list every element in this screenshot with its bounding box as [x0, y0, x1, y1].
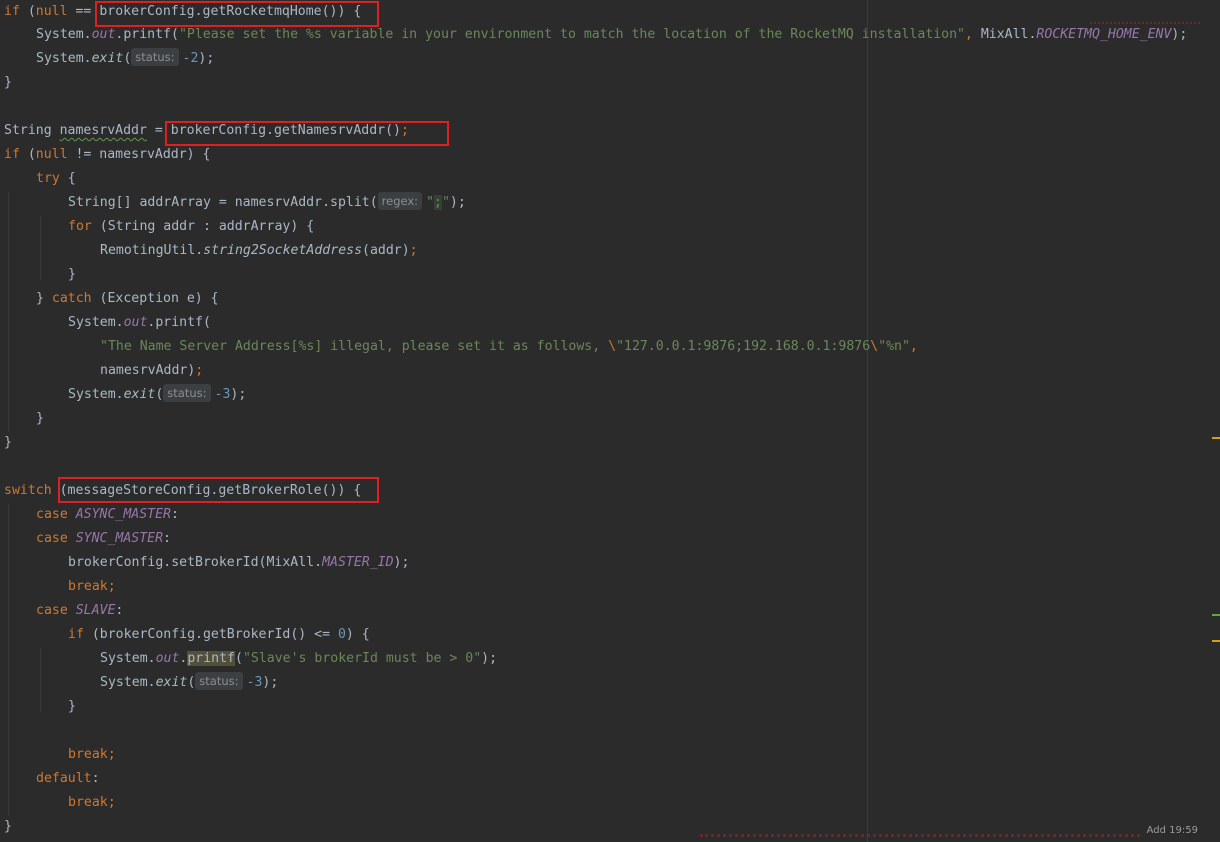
code-line-16: namesrvAddr);	[100, 363, 204, 378]
code-line-28: System.out.printf("Slave's brokerId must…	[100, 651, 498, 666]
code-line-19: }	[4, 435, 12, 450]
code-line-27: if (brokerConfig.getBrokerId() <= 0) {	[68, 627, 370, 642]
string-literal: "Please set the %s variable in your envi…	[178, 27, 965, 42]
keyword: if	[4, 4, 20, 19]
scrollbar-warning-marker[interactable]	[1212, 640, 1220, 642]
code-line-22: case ASYNC_MASTER:	[36, 507, 179, 522]
code-line-24: brokerConfig.setBrokerId(MixAll.MASTER_I…	[68, 555, 410, 570]
annotation-box-broker-role	[58, 477, 379, 503]
parameter-hint: status:	[131, 48, 179, 66]
scrollbar-usage-marker[interactable]	[1212, 614, 1220, 616]
code-line-10: for (String addr : addrArray) {	[68, 219, 315, 234]
annotation-box-namesrv-addr	[165, 121, 449, 146]
code-line-9: String[] addrArray = namesrvAddr.split(r…	[68, 192, 466, 210]
corner-status-text: Add 19:59	[1146, 825, 1198, 836]
scrollbar-warning-marker[interactable]	[1212, 437, 1220, 439]
code-line-26: case SLAVE:	[36, 603, 124, 618]
parameter-hint: regex:	[377, 192, 423, 210]
code-line-7: if (null != namesrvAddr) {	[4, 147, 211, 162]
code-line-18: }	[36, 411, 44, 426]
code-line-12: }	[68, 267, 76, 282]
code-line-25: break;	[68, 579, 116, 594]
code-line-17: System.exit(status: -3);	[68, 384, 247, 402]
indent-guide	[8, 192, 9, 432]
code-line-33: default:	[36, 771, 100, 786]
indent-guide	[8, 504, 9, 816]
code-line-11: RemotingUtil.string2SocketAddress(addr);	[100, 243, 418, 258]
code-line-34: break;	[68, 795, 116, 810]
code-line-8: try {	[36, 171, 76, 186]
code-line-3: System.exit(status: -2);	[36, 48, 215, 66]
code-line-30: }	[68, 699, 76, 714]
highlighted-printf: printf	[187, 651, 235, 666]
code-editor[interactable]: if (null == brokerConfig.getRocketmqHome…	[0, 0, 1220, 842]
parameter-hint: status:	[163, 384, 211, 402]
code-line-15: "The Name Server Address[%s] illegal, pl…	[100, 339, 918, 354]
watermark-bottom	[700, 816, 1140, 837]
code-line-32: break;	[68, 747, 116, 762]
code-line-29: System.exit(status: -3);	[100, 672, 279, 690]
indent-guide	[40, 216, 41, 280]
keyword: null	[35, 4, 68, 19]
code-line-35: }	[4, 819, 12, 834]
annotation-box-rocketmq-home	[95, 1, 379, 27]
parameter-hint: status:	[195, 672, 243, 690]
code-line-23: case SYNC_MASTER:	[36, 531, 171, 546]
watermark-top	[1090, 8, 1200, 24]
indent-guide	[40, 648, 41, 712]
code-line-13: } catch (Exception e) {	[36, 291, 219, 306]
right-margin-guide	[867, 0, 868, 842]
code-line-14: System.out.printf(	[68, 315, 211, 330]
code-line-4: }	[4, 75, 12, 90]
variable-namesrvaddr: namesrvAddr	[59, 123, 147, 138]
